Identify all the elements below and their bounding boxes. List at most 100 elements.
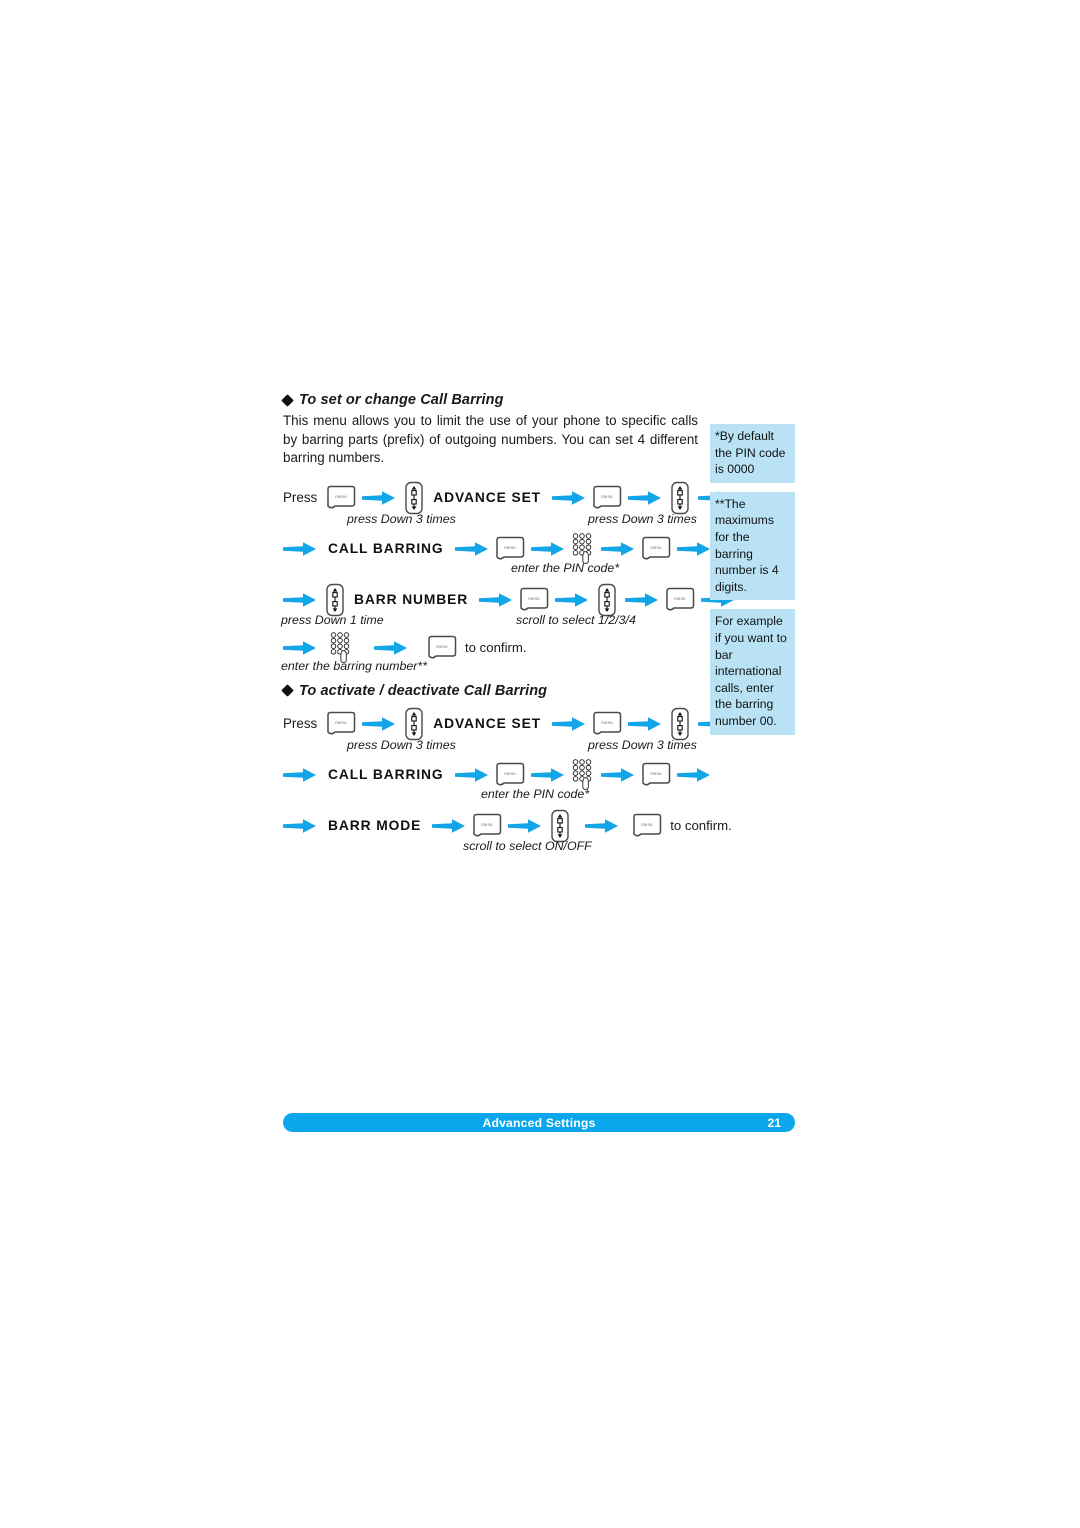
arrow-right-icon [676, 541, 710, 556]
arrow-right-icon [625, 592, 659, 607]
flow-row-2: CALL BARRING menu menu enter the PIN cod… [283, 529, 710, 575]
flow-row-3: BARR NUMBER menu menu press Down 1 time … [281, 580, 735, 627]
caption-scroll-to-select-mode: scroll to select ON/OFF [463, 838, 592, 853]
content-column: To set or change Call Barring This menu … [281, 392, 735, 853]
svg-text:menu: menu [504, 545, 516, 550]
svg-text:menu: menu [650, 771, 662, 776]
arrow-right-icon [362, 490, 396, 505]
nav-updown-key-icon[interactable] [597, 583, 617, 617]
svg-text:menu: menu [335, 494, 347, 499]
arrow-right-icon [552, 716, 585, 731]
menu-key-icon[interactable]: menu [494, 536, 526, 562]
footer-page-number: 21 [767, 1115, 781, 1130]
section-1-heading-text: To set or change Call Barring [299, 392, 504, 408]
arrow-right-icon [628, 490, 661, 505]
svg-text:menu: menu [335, 720, 347, 725]
menu-key-icon[interactable]: menu [426, 635, 458, 661]
note-pin-default: *By default the PIN code is 0000 [710, 424, 795, 483]
flow-row-5: Press menu ADVANCE SET menu press Down 3… [283, 704, 731, 752]
nav-updown-key-icon[interactable] [404, 707, 424, 741]
step-barr-number: BARR NUMBER [354, 592, 469, 607]
nav-updown-key-icon[interactable] [325, 583, 345, 617]
flow-row-6: CALL BARRING menu menu enter the PIN cod… [283, 755, 710, 801]
section-1-flow: Press menu ADVANCE SET menu press Down 3… [281, 478, 735, 673]
arrow-right-icon [432, 818, 466, 833]
flow-row-1: Press menu ADVANCE SET menu press Down 3… [283, 478, 731, 526]
step-advance-set-2: ADVANCE SET [433, 716, 541, 731]
arrow-right-icon [454, 541, 488, 556]
arrow-right-icon [530, 541, 564, 556]
caption-press-down-1-time: press Down 1 time [281, 612, 384, 627]
menu-key-icon[interactable]: menu [640, 762, 672, 788]
caption-press-down-3-times-a-2: press Down 3 times [347, 737, 456, 752]
menu-key-icon[interactable]: menu [518, 587, 550, 613]
press-label-1: Press [283, 490, 318, 505]
svg-text:menu: menu [528, 596, 540, 601]
step-call-barring-1: CALL BARRING [328, 541, 444, 556]
menu-key-icon[interactable]: menu [471, 813, 503, 839]
section-activate-deactivate-call-barring: To activate / deactivate Call Barring Pr… [281, 682, 732, 853]
step-barr-mode: BARR MODE [328, 818, 422, 833]
manual-page: To set or change Call Barring This menu … [0, 0, 1080, 1528]
caption-enter-pin-code-1: enter the PIN code* [511, 560, 620, 575]
nav-updown-key-icon[interactable] [670, 481, 690, 515]
menu-key-icon[interactable]: menu [325, 485, 357, 511]
section-2-flow: Press menu ADVANCE SET menu press Down 3… [283, 704, 732, 853]
svg-text:menu: menu [601, 494, 613, 499]
menu-key-icon[interactable]: menu [664, 587, 696, 613]
arrow-right-icon [628, 716, 661, 731]
nav-updown-key-icon[interactable] [670, 707, 690, 741]
press-label-2: Press [283, 716, 318, 731]
arrow-right-icon [479, 592, 513, 607]
arrow-right-icon [508, 818, 542, 833]
step-call-barring-2: CALL BARRING [328, 767, 444, 782]
nav-updown-key-icon[interactable] [550, 809, 570, 843]
arrow-right-icon [283, 818, 316, 833]
arrow-right-icon [283, 767, 316, 782]
svg-text:menu: menu [504, 771, 516, 776]
arrow-right-icon [600, 767, 634, 782]
menu-key-icon[interactable]: menu [640, 536, 672, 562]
menu-key-icon[interactable]: menu [494, 762, 526, 788]
arrow-right-icon [283, 640, 316, 655]
arrow-right-icon [676, 767, 710, 782]
to-confirm-label-1: to confirm. [465, 640, 527, 655]
arrow-right-icon [600, 541, 634, 556]
menu-key-icon[interactable]: menu [325, 711, 357, 737]
footer-title: Advanced Settings [482, 1115, 596, 1130]
to-confirm-label-2: to confirm. [670, 818, 732, 833]
section-1-heading: To set or change Call Barring [281, 392, 703, 408]
diamond-bullet-icon [281, 684, 294, 697]
page-footer-bar: Advanced Settings 21 [283, 1113, 795, 1132]
arrow-right-icon [374, 640, 407, 655]
section-2-heading-text: To activate / deactivate Call Barring [299, 682, 548, 699]
step-advance-set-1: ADVANCE SET [433, 490, 541, 505]
svg-text:menu: menu [436, 644, 448, 649]
flow-row-4: menu to confirm. enter the barring numbe… [281, 629, 703, 673]
menu-key-icon[interactable]: menu [591, 485, 623, 511]
nav-updown-key-icon[interactable] [404, 481, 424, 515]
side-notes-column: *By default the PIN code is 0000 **The m… [710, 424, 795, 744]
arrow-right-icon [283, 592, 316, 607]
svg-text:menu: menu [641, 822, 653, 827]
arrow-right-icon [283, 541, 316, 556]
flow-row-7: BARR MODE menu menu to confirm. scroll t… [283, 806, 732, 853]
menu-key-icon[interactable]: menu [591, 711, 623, 737]
arrow-right-icon [585, 818, 619, 833]
arrow-right-icon [552, 490, 585, 505]
svg-text:menu: menu [481, 822, 493, 827]
section-1-intro: This menu allows you to limit the use of… [283, 413, 698, 465]
diamond-bullet-icon [281, 393, 294, 407]
caption-press-down-3-times-a: press Down 3 times [347, 511, 456, 526]
caption-press-down-3-times-b: press Down 3 times [588, 511, 697, 526]
caption-enter-barring-number: enter the barring number** [281, 658, 428, 673]
caption-press-down-3-times-b-2: press Down 3 times [588, 737, 697, 752]
svg-text:menu: menu [650, 545, 662, 550]
note-example-international: For example if you want to bar internati… [710, 609, 795, 735]
note-barring-max-digits: **The maximums for the barring number is… [710, 491, 795, 601]
svg-text:menu: menu [601, 720, 613, 725]
menu-key-icon[interactable]: menu [631, 813, 663, 839]
arrow-right-icon [454, 767, 488, 782]
arrow-right-icon [530, 767, 564, 782]
caption-enter-pin-code-2: enter the PIN code* [481, 786, 590, 801]
